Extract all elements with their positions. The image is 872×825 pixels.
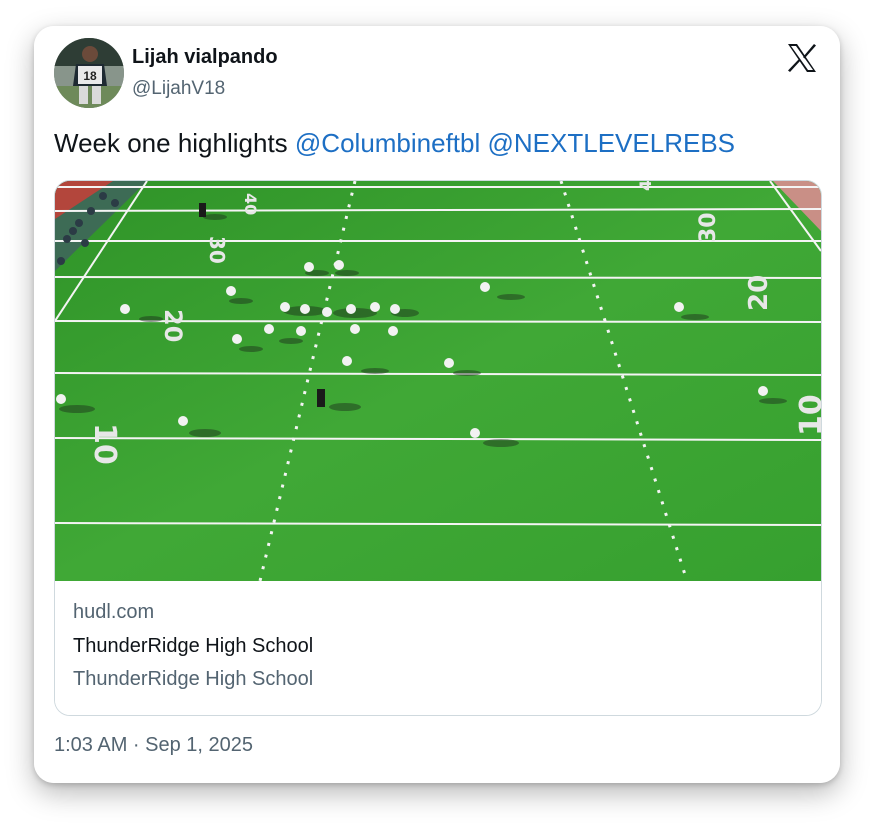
avatar-jersey-number: 18 — [83, 69, 97, 83]
x-logo-icon[interactable] — [786, 42, 818, 74]
yard-number-8: 10 — [794, 394, 821, 436]
yard-number-2: 30 — [205, 236, 229, 264]
yard-number-6: 30 — [696, 212, 721, 243]
link-title: ThunderRidge High School — [73, 635, 314, 657]
yard-number-3: 20 — [159, 309, 187, 342]
link-card[interactable]: 40 30 20 10 40 30 20 10 hudl.com T — [54, 180, 822, 716]
yard-number-5: 40 — [636, 181, 655, 191]
tweet-body: Week one highlights — [54, 128, 288, 158]
tweet-timestamp[interactable]: 1:03 AM · Sep 1, 2025 — [54, 734, 253, 757]
link-card-image[interactable]: 40 30 20 10 40 30 20 10 — [55, 181, 821, 581]
tweet-text: Week one highlights @Columbineftbl @NEXT… — [54, 128, 735, 159]
link-domain: hudl.com — [73, 601, 155, 623]
link-description: ThunderRidge High School — [73, 668, 314, 690]
author-handle[interactable]: @LijahV18 — [132, 78, 225, 100]
yard-number-4: 10 — [87, 423, 122, 465]
yard-number-7: 20 — [744, 275, 774, 311]
author-display-name[interactable]: Lijah vialpando — [132, 46, 278, 69]
tweet-card: 18 Lijah vialpando @LijahV18 Week one hi… — [34, 26, 840, 783]
mention-nextlevelrebs[interactable]: @NEXTLEVELREBS — [488, 128, 735, 158]
yard-number-1: 40 — [241, 193, 260, 215]
mention-columbineftbl[interactable]: @Columbineftbl — [295, 128, 480, 158]
avatar[interactable]: 18 — [54, 38, 124, 108]
link-card-info[interactable]: hudl.com ThunderRidge High School Thunde… — [55, 581, 821, 715]
